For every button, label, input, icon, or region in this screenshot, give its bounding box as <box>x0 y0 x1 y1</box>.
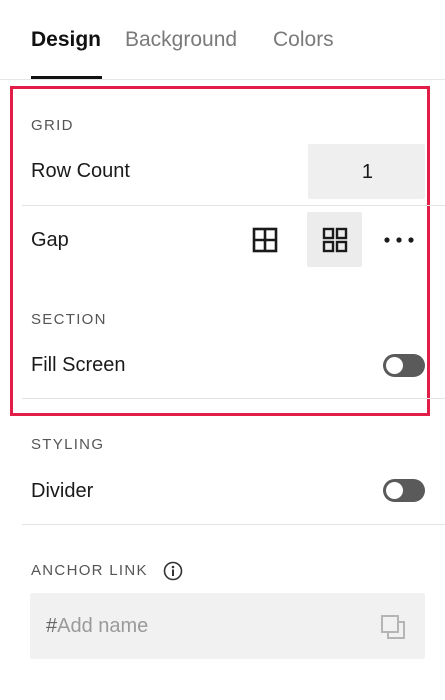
row-count-input[interactable]: 1 <box>308 144 425 199</box>
gap-none-button[interactable] <box>237 212 292 267</box>
more-options-icon <box>383 236 414 243</box>
tab-design[interactable]: Design <box>31 27 101 53</box>
divider <box>22 205 445 206</box>
copy-icon[interactable] <box>379 613 407 641</box>
tab-colors[interactable]: Colors <box>273 27 334 53</box>
divider <box>22 398 445 399</box>
gap-label: Gap <box>31 229 69 251</box>
more-options-button[interactable] <box>371 212 426 267</box>
info-icon[interactable] <box>163 561 183 581</box>
anchor-name-input[interactable]: #Add name <box>30 593 425 659</box>
divider-label: Divider <box>31 480 94 502</box>
section-section-label: SECTION <box>31 311 107 328</box>
anchor-placeholder: Add name <box>57 615 149 637</box>
toggle-knob <box>386 357 403 374</box>
grid-with-gap-icon <box>322 227 347 252</box>
fill-screen-toggle[interactable] <box>383 354 425 377</box>
active-tab-indicator <box>31 76 102 79</box>
row-count-label: Row Count <box>31 160 130 182</box>
anchor-prefix: # <box>46 615 58 637</box>
tab-background[interactable]: Background <box>125 27 237 53</box>
grid-section-label: GRID <box>31 117 74 134</box>
divider <box>22 524 445 525</box>
grid-no-gap-icon <box>252 227 277 252</box>
toggle-knob <box>386 482 403 499</box>
anchor-input-text: #Add name <box>46 614 148 638</box>
anchor-link-section-label: ANCHOR LINK <box>31 562 148 579</box>
section-settings-panel: Design Background Colors GRID Row Count … <box>0 0 445 700</box>
row-count-value: 1 <box>361 161 373 183</box>
gap-spaced-button[interactable] <box>307 212 362 267</box>
tab-bar: Design Background Colors <box>0 0 445 80</box>
divider-toggle[interactable] <box>383 479 425 502</box>
fill-screen-label: Fill Screen <box>31 354 126 376</box>
styling-section-label: STYLING <box>31 436 105 453</box>
